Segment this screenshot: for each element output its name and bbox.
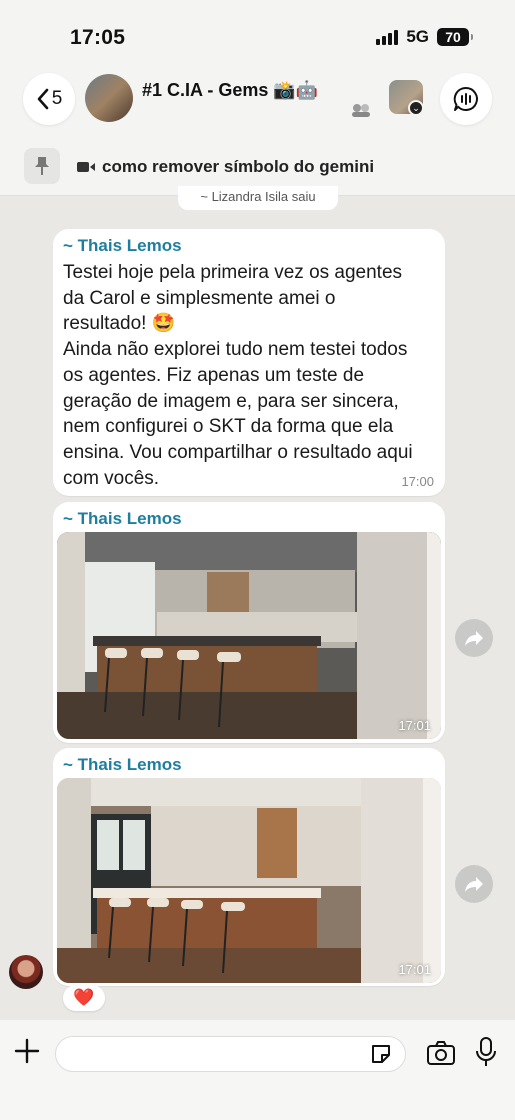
message-input[interactable] <box>55 1036 406 1072</box>
system-message: ~ Lizandra Isila saiu <box>178 186 338 210</box>
sender-avatar[interactable] <box>9 955 43 989</box>
video-icon <box>77 162 95 172</box>
heart-reaction[interactable]: ❤️ <box>63 985 105 1011</box>
image-message-bubble[interactable]: ~ Thais Lemos 17:01 <box>53 748 445 986</box>
message-time: 17:00 <box>401 474 434 489</box>
image-time: 17:01 <box>398 718 431 733</box>
audio-call-icon <box>453 86 478 111</box>
pinned-text: como remover símbolo do gemini <box>102 157 375 176</box>
forward-icon <box>465 631 483 646</box>
message-bubble[interactable]: ~ Thais Lemos Testei hoje pela primeira … <box>53 229 445 496</box>
forward-button[interactable] <box>455 619 493 657</box>
pin-icon <box>24 148 60 184</box>
unread-count: 5 <box>51 88 63 109</box>
sticker-icon[interactable] <box>369 1042 393 1066</box>
network-type: 5G <box>406 27 429 46</box>
message-composer <box>0 1020 515 1120</box>
image-message-bubble[interactable]: ~ Thais Lemos 17:01 <box>53 502 445 743</box>
plus-icon[interactable] <box>14 1038 40 1064</box>
kitchen-image[interactable]: 17:01 <box>57 532 441 739</box>
status-time: 17:05 <box>70 26 126 49</box>
members-icon <box>352 104 370 117</box>
back-button[interactable]: 5 <box>23 73 75 125</box>
kitchen-image[interactable]: 17:01 <box>57 778 441 983</box>
kitchen-render-photo <box>57 778 441 983</box>
pinned-content: como remover símbolo do gemini <box>76 157 374 177</box>
group-title[interactable]: #1 C.IA - Gems 📸🤖 <box>142 80 318 101</box>
group-avatar[interactable] <box>85 74 133 122</box>
sender-name[interactable]: ~ Thais Lemos <box>63 755 182 775</box>
voice-call-button[interactable] <box>440 73 492 125</box>
kitchen-render-sketch <box>57 532 441 739</box>
chevron-down-icon[interactable]: ⌄ <box>408 100 424 116</box>
forward-icon <box>465 877 483 892</box>
status-indicators: 5G 70 <box>376 27 473 47</box>
status-bar: 17:05 5G 70 <box>0 0 515 70</box>
sender-name[interactable]: ~ Thais Lemos <box>63 236 182 256</box>
sender-name[interactable]: ~ Thais Lemos <box>63 509 182 529</box>
image-time: 17:01 <box>398 962 431 977</box>
chat-header: 5 #1 C.IA - Gems 📸🤖 ⌄ <box>0 70 515 140</box>
camera-icon[interactable] <box>426 1040 456 1066</box>
chevron-left-icon <box>37 88 49 110</box>
microphone-icon[interactable] <box>474 1036 498 1068</box>
message-text: Testei hoje pela primeira vez os agentes… <box>63 262 413 489</box>
forward-button[interactable] <box>455 865 493 903</box>
battery-icon: 70 <box>437 28 473 46</box>
signal-icon <box>376 29 399 45</box>
